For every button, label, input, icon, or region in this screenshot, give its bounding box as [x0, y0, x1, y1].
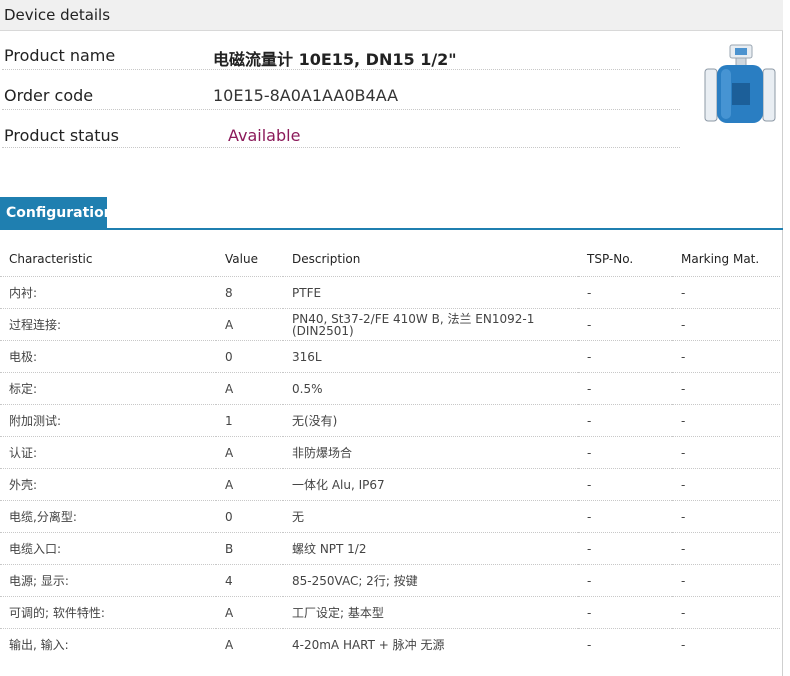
- cell-characteristic: 外壳:: [0, 468, 216, 501]
- cell-description: 非防爆场合: [283, 436, 578, 469]
- table-row: 认证: A 非防爆场合 - -: [0, 436, 780, 469]
- cell-characteristic: 可调的; 软件特性:: [0, 596, 216, 629]
- divider: [2, 69, 680, 70]
- flowmeter-image: [704, 44, 776, 123]
- cell-value: A: [216, 308, 283, 341]
- cell-marking-mat: -: [672, 372, 780, 405]
- cell-tsp-no: -: [578, 340, 672, 373]
- cell-value: A: [216, 372, 283, 405]
- cell-characteristic: 过程连接:: [0, 308, 216, 341]
- cell-tsp-no: -: [578, 564, 672, 597]
- cell-tsp-no: -: [578, 276, 672, 309]
- cell-marking-mat: -: [672, 628, 780, 660]
- cell-description: 4-20mA HART + 脉冲 无源: [283, 628, 578, 660]
- table-header-row: Characteristic Value Description TSP-No.…: [0, 242, 780, 277]
- cell-marking-mat: -: [672, 500, 780, 533]
- table-row: 附加测试: 1 无(没有) - -: [0, 404, 780, 437]
- cell-value: 0: [216, 500, 283, 533]
- table-row: 输出, 输入: A 4-20mA HART + 脉冲 无源 - -: [0, 628, 780, 660]
- cell-value: 8: [216, 276, 283, 309]
- divider: [2, 109, 680, 110]
- device-details-title: Device details: [4, 6, 111, 24]
- cell-marking-mat: -: [672, 340, 780, 373]
- order-code-label: Order code: [4, 86, 94, 105]
- cell-tsp-no: -: [578, 596, 672, 629]
- tab-configuration[interactable]: Configuration: [0, 197, 114, 229]
- cell-marking-mat: -: [672, 308, 780, 341]
- table-row: 内衬: 8 PTFE - -: [0, 276, 780, 309]
- table-row: 电源; 显示: 4 85-250VAC; 2行; 按键 - -: [0, 564, 780, 597]
- table-row: 标定: A 0.5% - -: [0, 372, 780, 405]
- cell-tsp-no: -: [578, 308, 672, 341]
- header-description: Description: [292, 252, 361, 266]
- table-row: 电缆,分离型: 0 无 - -: [0, 500, 780, 533]
- cell-description: 无: [283, 500, 578, 533]
- cell-tsp-no: -: [578, 436, 672, 469]
- cell-value: A: [216, 596, 283, 629]
- cell-description: 工厂设定; 基本型: [283, 596, 578, 629]
- device-details-header: Device details: [0, 0, 783, 31]
- cell-marking-mat: -: [672, 564, 780, 597]
- header-tsp-no: TSP-No.: [587, 252, 634, 266]
- cell-characteristic: 电源; 显示:: [0, 564, 216, 597]
- cell-description: 0.5%: [283, 372, 578, 405]
- cell-characteristic: 电缆,分离型:: [0, 500, 216, 533]
- cell-characteristic: 内衬:: [0, 276, 216, 309]
- cell-tsp-no: -: [578, 404, 672, 437]
- header-characteristic: Characteristic: [9, 252, 93, 266]
- cell-tsp-no: -: [578, 500, 672, 533]
- cell-description: 无(没有): [283, 404, 578, 437]
- cell-value: A: [216, 436, 283, 469]
- cell-value: 0: [216, 340, 283, 373]
- cell-marking-mat: -: [672, 532, 780, 565]
- cell-characteristic: 输出, 输入:: [0, 628, 216, 660]
- cell-description: 螺纹 NPT 1/2: [283, 532, 578, 565]
- cell-characteristic: 附加测试:: [0, 404, 216, 437]
- table-row: 电极: 0 316L - -: [0, 340, 780, 373]
- table-row: 电缆入口: B 螺纹 NPT 1/2- -: [0, 532, 780, 565]
- cell-marking-mat: -: [672, 276, 780, 309]
- cell-characteristic: 标定:: [0, 372, 216, 405]
- header-value: Value: [225, 252, 258, 266]
- cell-value: A: [216, 468, 283, 501]
- cell-value: 1: [216, 404, 283, 437]
- cell-value: 4: [216, 564, 283, 597]
- product-name-value: 电磁流量计 10E15, DN15 1/2": [213, 50, 457, 69]
- divider: [2, 147, 680, 148]
- cell-description: 85-250VAC; 2行; 按键: [283, 564, 578, 597]
- configuration-underline: [0, 228, 783, 230]
- cell-description: 316L: [283, 340, 578, 373]
- cell-value: B: [216, 532, 283, 565]
- cell-marking-mat: -: [672, 404, 780, 437]
- cell-value: A: [216, 628, 283, 660]
- table-row: 过程连接: A PN40, St37-2/FE 410W B, 法兰 EN1092-…: [0, 308, 780, 341]
- cell-description: 一体化 Alu, IP67: [283, 468, 578, 501]
- header-marking-mat: Marking Mat.: [681, 252, 760, 266]
- product-status-value: Available: [228, 126, 301, 145]
- order-code-value: 10E15-8A0A1AA0B4AA: [213, 86, 399, 105]
- cell-marking-mat: -: [672, 436, 780, 469]
- cell-tsp-no: -: [578, 628, 672, 660]
- cell-tsp-no: -: [578, 468, 672, 501]
- cell-tsp-no: -: [578, 532, 672, 565]
- tab-configuration-label: Configuration: [6, 205, 114, 221]
- cell-marking-mat: -: [672, 596, 780, 629]
- cell-description: PN40, St37-2/FE 410W B, 法兰 EN1092-1 (DIN…: [283, 308, 578, 341]
- cell-characteristic: 认证:: [0, 436, 216, 469]
- product-name-label: Product name: [4, 46, 116, 65]
- configuration-table: Characteristic Value Description TSP-No.…: [0, 242, 780, 660]
- cell-description: PTFE: [283, 276, 578, 309]
- cell-characteristic: 电缆入口:: [0, 532, 216, 565]
- cell-tsp-no: -: [578, 372, 672, 405]
- cell-characteristic: 电极:: [0, 340, 216, 373]
- product-status-row: Product status Available: [0, 118, 680, 154]
- table-row: 外壳: A 一体化 Alu, IP67- -: [0, 468, 780, 501]
- cell-marking-mat: -: [672, 468, 780, 501]
- product-status-label: Product status: [4, 126, 119, 145]
- table-row: 可调的; 软件特性: A 工厂设定; 基本型 - -: [0, 596, 780, 629]
